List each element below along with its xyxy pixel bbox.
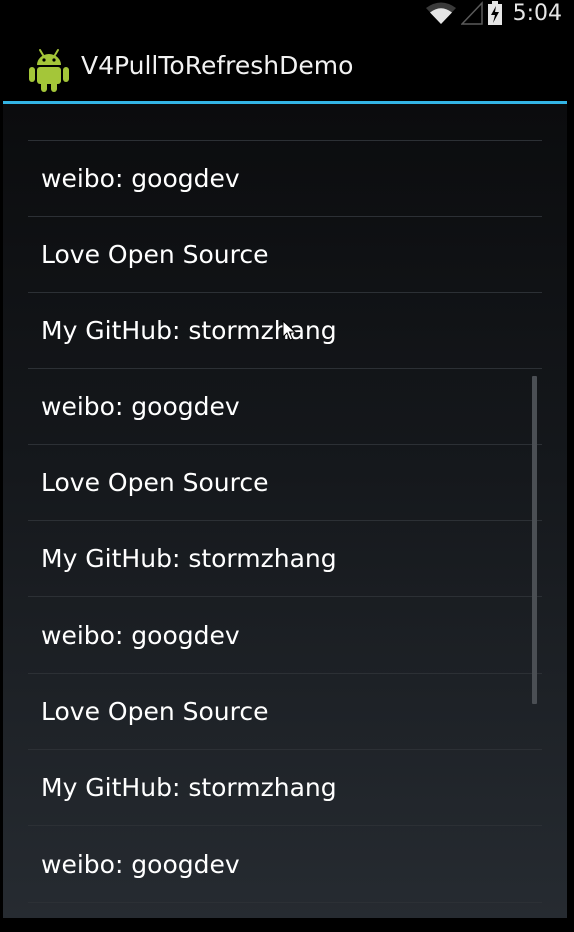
- list-item[interactable]: weibo: googdev: [28, 827, 542, 903]
- list-item[interactable]: weibo: googdev: [28, 598, 542, 674]
- list-item-label: My GitHub: stormzhang: [41, 773, 337, 802]
- list-item[interactable]: Love Open Source: [28, 674, 542, 750]
- status-bar: 5:04: [0, 0, 574, 32]
- list-item-label: Love Open Source: [41, 240, 269, 269]
- list-item-label: Love Open Source: [41, 697, 269, 726]
- status-icons: 5:04: [425, 0, 562, 26]
- status-time: 5:04: [512, 0, 562, 26]
- list-item-label: My GitHub: stormzhang: [41, 544, 337, 573]
- list-item[interactable]: Love Open Source: [28, 445, 542, 521]
- action-bar: V4PullToRefreshDemo: [3, 33, 567, 101]
- bottom-edge: [0, 918, 574, 932]
- wifi-icon: [425, 2, 456, 24]
- signal-icon: [460, 1, 483, 25]
- list-item-label: weibo: googdev: [41, 392, 240, 421]
- screen: 5:04 V4PullToRefreshDemo weibo: googdev …: [0, 0, 574, 932]
- list-item-label: Love Open Source: [41, 468, 269, 497]
- app-title: V4PullToRefreshDemo: [81, 51, 354, 80]
- android-icon[interactable]: [27, 45, 71, 93]
- list-item[interactable]: weibo: googdev: [28, 369, 542, 445]
- list-item-label: weibo: googdev: [41, 164, 240, 193]
- list-item[interactable]: My GitHub: stormzhang: [28, 750, 542, 826]
- list-item[interactable]: Love Open Source: [28, 217, 542, 293]
- list-container[interactable]: weibo: googdev Love Open Source My GitHu…: [3, 104, 567, 918]
- list-item-label: weibo: googdev: [41, 621, 240, 650]
- list-item[interactable]: weibo: googdev: [28, 141, 542, 217]
- list-item[interactable]: My GitHub: stormzhang: [28, 521, 542, 597]
- battery-charging-icon: [487, 1, 502, 25]
- mouse-cursor-icon: [282, 320, 296, 341]
- scrollbar-thumb[interactable]: [532, 376, 537, 704]
- list-item-label: weibo: googdev: [41, 850, 240, 879]
